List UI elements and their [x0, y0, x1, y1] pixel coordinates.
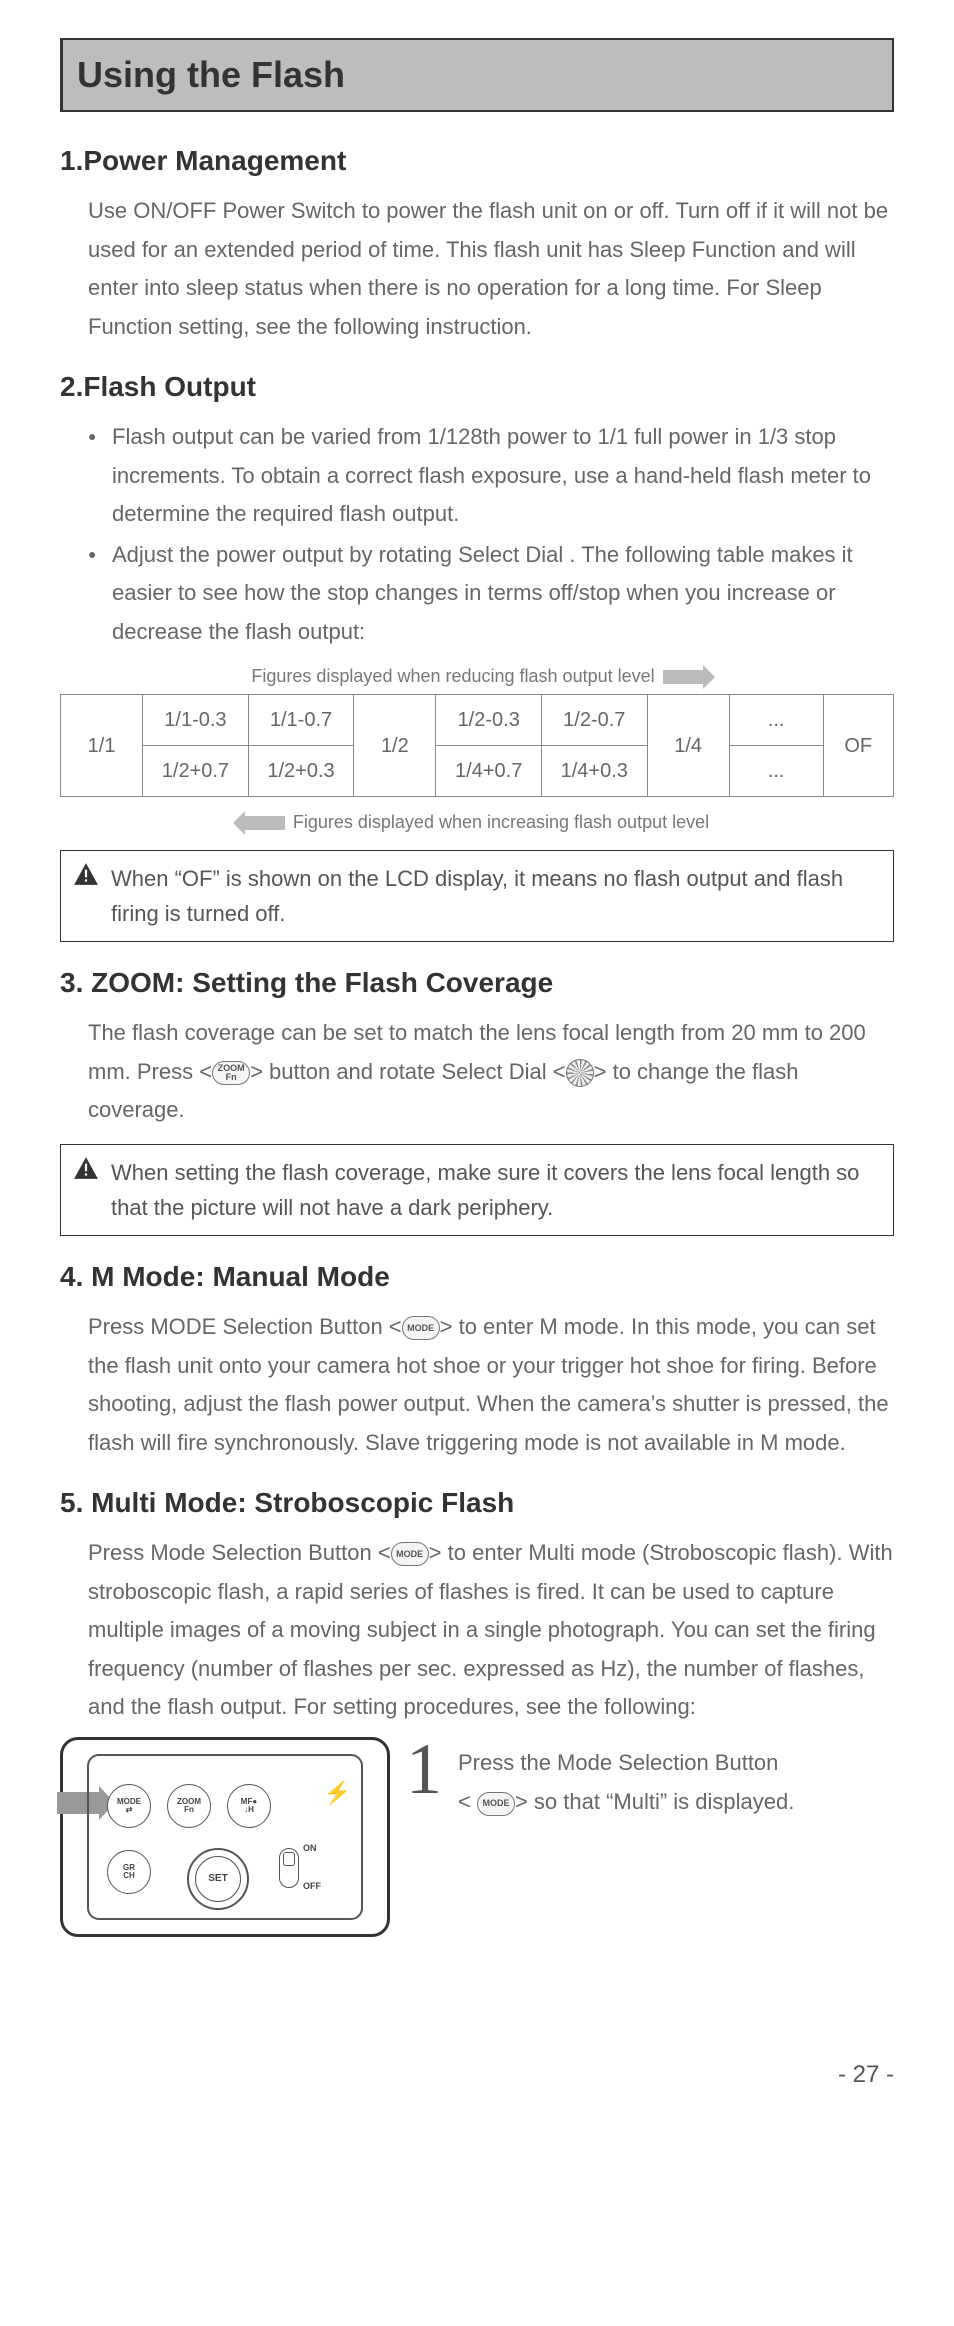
switch-on-label: ON — [303, 1842, 317, 1856]
section-2-heading: 2.Flash Output — [60, 366, 894, 408]
switch-off-label: OFF — [303, 1880, 321, 1894]
section-1-body: Use ON/OFF Power Switch to power the fla… — [60, 192, 894, 346]
section-3-body-b: > button and rotate Select Dial < — [250, 1059, 566, 1084]
warning-box-of: When “OF” is shown on the LCD display, i… — [60, 850, 894, 942]
step-1-text-c: > so that “Multi” is displayed. — [515, 1789, 794, 1814]
table-caption-top: Figures displayed when reducing flash ou… — [60, 663, 894, 690]
table-cell: ... — [729, 695, 823, 746]
section-2-bullet-1: Flash output can be varied from 1/128th … — [88, 418, 894, 534]
section-3-heading: 3. ZOOM: Setting the Flash Coverage — [60, 962, 894, 1004]
table-cell: 1/2 — [354, 695, 436, 797]
table-cell: 1/1-0.3 — [143, 695, 249, 746]
page-title: Using the Flash — [77, 48, 878, 102]
warning-text: When “OF” is shown on the LCD display, i… — [111, 866, 843, 926]
table-cell: 1/4+0.7 — [436, 746, 542, 797]
section-3-body: The flash coverage can be set to match t… — [60, 1014, 894, 1130]
device-mf-button: MF●↓H — [227, 1784, 271, 1828]
mode-button-icon: MODE — [391, 1542, 429, 1566]
device-illustration: ⚡ MODE⇄ ZOOMFn MF●↓H GRCH SET ON OFF — [60, 1737, 390, 1937]
step-1-text-a: Press the Mode Selection Button — [458, 1750, 778, 1775]
table-cell: 1/4+0.3 — [541, 746, 647, 797]
section-4-body: Press MODE Selection Button <MODE> to en… — [60, 1308, 894, 1462]
table-row: 1/2+0.7 1/2+0.3 1/4+0.7 1/4+0.3 ... — [61, 746, 894, 797]
step-1-text-b: < — [458, 1789, 477, 1814]
table-caption-bottom: Figures displayed when increasing flash … — [60, 809, 894, 836]
table-cell: ... — [729, 746, 823, 797]
warning-icon — [73, 1155, 99, 1179]
table-row: 1/1 1/1-0.3 1/1-0.7 1/2 1/2-0.3 1/2-0.7 … — [61, 695, 894, 746]
device-zoom-button: ZOOMFn — [167, 1784, 211, 1828]
step-1-text: Press the Mode Selection Button < MODE> … — [458, 1737, 794, 1822]
device-mode-button: MODE⇄ — [107, 1784, 151, 1828]
section-5-body-b: > to enter Multi mode (Stroboscopic flas… — [88, 1540, 893, 1719]
section-2-bullet-2: Adjust the power output by rotating Sele… — [88, 536, 894, 652]
table-cell: OF — [823, 695, 893, 797]
section-5-body-a: Press Mode Selection Button < — [88, 1540, 391, 1565]
flash-output-table: 1/1 1/1-0.3 1/1-0.7 1/2 1/2-0.3 1/2-0.7 … — [60, 694, 894, 797]
mode-button-icon: MODE — [477, 1792, 515, 1816]
section-2-bullets: Flash output can be varied from 1/128th … — [60, 418, 894, 651]
step-1-row: ⚡ MODE⇄ ZOOMFn MF●↓H GRCH SET ON OFF 1 P… — [60, 1737, 894, 1937]
section-4-heading: 4. M Mode: Manual Mode — [60, 1256, 894, 1298]
device-power-switch: ON OFF — [279, 1840, 327, 1890]
section-5-body: Press Mode Selection Button <MODE> to en… — [60, 1534, 894, 1727]
table-cell: 1/2-0.7 — [541, 695, 647, 746]
table-caption-bottom-text: Figures displayed when increasing flash … — [293, 809, 709, 836]
arrow-left-icon — [245, 816, 285, 830]
device-gr-button: GRCH — [107, 1850, 151, 1894]
table-cell: 1/2+0.7 — [143, 746, 249, 797]
table-caption-top-text: Figures displayed when reducing flash ou… — [251, 663, 654, 690]
mode-button-icon: MODE — [402, 1316, 440, 1340]
table-cell: 1/2-0.3 — [436, 695, 542, 746]
warning-icon — [73, 861, 99, 885]
page-number: - 27 - — [60, 2057, 894, 2093]
section-5-heading: 5. Multi Mode: Stroboscopic Flash — [60, 1482, 894, 1524]
table-cell: 1/2+0.3 — [248, 746, 354, 797]
section-4-body-a: Press MODE Selection Button < — [88, 1314, 402, 1339]
step-number: 1 — [406, 1737, 442, 1802]
device-set-dial: SET — [187, 1848, 249, 1910]
table-cell: 1/1 — [61, 695, 143, 797]
page-title-bar: Using the Flash — [60, 38, 894, 112]
section-1-heading: 1.Power Management — [60, 140, 894, 182]
select-dial-icon — [566, 1059, 594, 1087]
arrow-right-icon — [663, 670, 703, 684]
warning-text: When setting the flash coverage, make su… — [111, 1160, 859, 1220]
table-cell: 1/1-0.7 — [248, 695, 354, 746]
warning-box-coverage: When setting the flash coverage, make su… — [60, 1144, 894, 1236]
flash-bolt-icon: ⚡ — [324, 1776, 351, 1809]
zoom-fn-button-icon: ZOOM Fn — [212, 1061, 250, 1085]
table-cell: 1/4 — [647, 695, 729, 797]
